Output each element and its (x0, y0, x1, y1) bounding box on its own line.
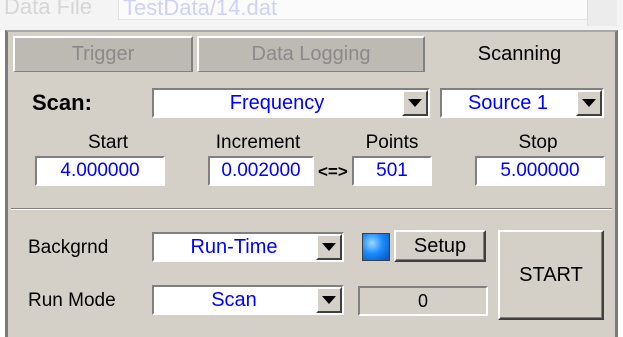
top-strip: Data File TestData/14.dat (0, 0, 623, 30)
increment-field[interactable]: 0.002000 (208, 156, 314, 186)
dropdown-arrow-icon[interactable] (316, 287, 342, 313)
backgrnd-label: Backgrnd (28, 237, 109, 258)
swap-icon[interactable]: <=> (318, 162, 348, 182)
dropdown-arrow-icon[interactable] (402, 90, 428, 116)
section-divider (11, 208, 612, 210)
run-mode-dropdown[interactable]: Scan (152, 285, 344, 315)
scan-source-value: Source 1 (467, 91, 549, 114)
scan-source-dropdown[interactable]: Source 1 (440, 88, 604, 118)
tab-trigger[interactable]: Trigger (13, 36, 193, 72)
start-label: Start (87, 132, 129, 153)
stop-field[interactable]: 5.000000 (475, 156, 605, 186)
scan-type-value: Frequency (229, 91, 325, 114)
scanning-panel: Trigger Data Logging Scanning Scan: Freq… (5, 30, 618, 337)
dropdown-arrow-icon[interactable] (576, 90, 602, 116)
tab-scanning[interactable]: Scanning (425, 36, 614, 72)
stop-label: Stop (518, 132, 558, 153)
tab-bar: Trigger Data Logging Scanning (13, 36, 614, 72)
data-file-value: TestData/14.dat (123, 0, 278, 20)
run-mode-label: Run Mode (28, 290, 116, 311)
dropdown-arrow-icon[interactable] (316, 234, 342, 260)
scan-counter: 0 (358, 286, 488, 316)
start-button[interactable]: START (498, 230, 604, 320)
scan-label: Scan: (32, 90, 92, 115)
tab-scanning-label: Scanning (477, 42, 562, 65)
data-file-label: Data File (4, 0, 93, 19)
top-scroll[interactable] (587, 0, 617, 26)
backgrnd-dropdown[interactable]: Run-Time (152, 232, 344, 262)
scan-type-dropdown[interactable]: Frequency (152, 88, 430, 118)
run-mode-value: Scan (211, 288, 257, 311)
start-field[interactable]: 4.000000 (35, 156, 165, 186)
setup-button[interactable]: Setup (394, 230, 486, 262)
points-label: Points (365, 132, 419, 153)
increment-label: Increment (215, 132, 301, 153)
points-field[interactable]: 501 (352, 156, 432, 186)
tab-data-logging[interactable]: Data Logging (197, 36, 425, 72)
tab-data-logging-label: Data Logging (251, 43, 371, 65)
backgrnd-value: Run-Time (190, 235, 278, 258)
tab-trigger-label: Trigger (71, 43, 135, 65)
data-file-field[interactable]: TestData/14.dat (118, 0, 588, 20)
status-led-icon (362, 233, 390, 261)
